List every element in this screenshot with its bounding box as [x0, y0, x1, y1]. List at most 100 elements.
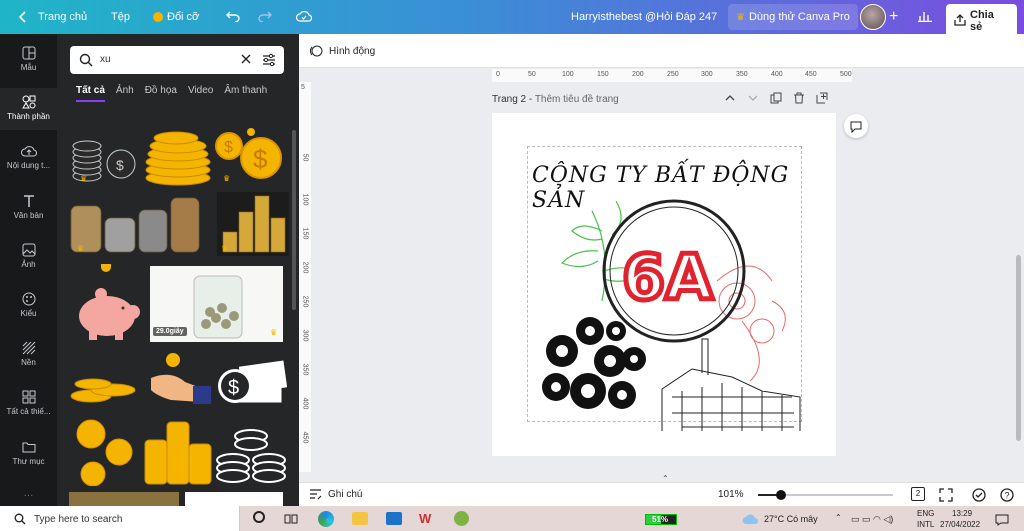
- fullscreen-icon[interactable]: [939, 488, 953, 502]
- panel-tabs: Tất cả Ảnh Đồ họa Video Âm thanh: [76, 85, 278, 102]
- language-code[interactable]: ENG: [917, 509, 934, 518]
- cortana-icon[interactable]: [253, 511, 265, 523]
- search-input[interactable]: xu: [100, 54, 111, 65]
- avatar[interactable]: [860, 4, 886, 30]
- notes-button[interactable]: Ghi chú: [309, 488, 362, 500]
- taskbar-search[interactable]: Type here to search: [0, 506, 240, 531]
- clock-date[interactable]: 27/04/2022: [940, 520, 980, 529]
- result-gold-coin-towers-2[interactable]: [143, 418, 213, 486]
- ruler-tick: 500: [840, 71, 852, 78]
- tab-photos[interactable]: Ảnh: [116, 85, 134, 102]
- result-coin-stacks-photo[interactable]: ♛: [69, 192, 203, 256]
- chevron-up-icon[interactable]: [724, 92, 736, 104]
- insights-button[interactable]: [918, 0, 932, 34]
- notes-icon: [310, 489, 322, 500]
- panel-scrollbar[interactable]: [292, 130, 296, 310]
- zoom-level[interactable]: 101%: [718, 489, 744, 500]
- help-icon[interactable]: ?: [1000, 488, 1014, 502]
- undo-button[interactable]: [226, 0, 240, 34]
- add-people-button[interactable]: +: [889, 0, 898, 34]
- upload-icon: [20, 146, 37, 157]
- rail-item-elements[interactable]: Thành phần: [0, 88, 57, 130]
- shapes-icon: [21, 95, 35, 109]
- result-coin-stack-sketch[interactable]: $ ♛: [69, 130, 139, 184]
- zoom-slider-handle[interactable]: [775, 490, 786, 500]
- rail-item-folders[interactable]: Thư mục: [0, 440, 57, 466]
- file-explorer-icon[interactable]: [352, 512, 368, 525]
- page-header[interactable]: Trang 2 - Thêm tiêu đề trang: [492, 94, 619, 105]
- cloud-save-button[interactable]: [295, 0, 313, 34]
- ruler-tick: 100: [562, 71, 574, 78]
- mail-icon[interactable]: [386, 512, 402, 525]
- search-icon: [14, 513, 26, 525]
- keyboard-layout[interactable]: INTL: [917, 520, 934, 529]
- add-page-icon[interactable]: [816, 92, 828, 104]
- home-button[interactable]: Trang chủ: [18, 0, 87, 34]
- design-page[interactable]: CÔNG TY BẤT ĐỘNG SẢN 6A: [492, 113, 836, 456]
- result-dollar-cash-icon[interactable]: $: [215, 350, 287, 414]
- result-gold-coins-falling[interactable]: [69, 418, 141, 486]
- result-coins-photo-partial[interactable]: [69, 492, 179, 506]
- tab-graphics[interactable]: Đồ họa: [145, 85, 177, 102]
- result-coin-stack-outline[interactable]: [215, 422, 287, 486]
- clear-search-icon[interactable]: [240, 53, 252, 68]
- file-menu[interactable]: Tệp: [111, 0, 130, 34]
- expand-pages-chevron-icon[interactable]: ⌃: [662, 474, 669, 483]
- chevron-down-icon[interactable]: [747, 92, 759, 104]
- notification-icon[interactable]: [995, 514, 1009, 526]
- rail-item-all-designs[interactable]: Tất cả thiế...: [0, 390, 57, 416]
- ruler-tick: 150: [301, 227, 309, 240]
- result-hand-coins[interactable]: [141, 350, 213, 414]
- edge-browser-icon[interactable]: [318, 511, 334, 527]
- share-button[interactable]: Chia sẻ: [946, 4, 1017, 38]
- logo-graphic[interactable]: 6A: [532, 191, 822, 431]
- trash-icon[interactable]: [793, 92, 805, 104]
- page-count-button[interactable]: 2: [911, 487, 925, 501]
- tray-chevron-up-icon[interactable]: ⌃: [835, 513, 842, 522]
- result-gold-coin-towers[interactable]: ♛: [217, 192, 289, 256]
- result-coin-peek[interactable]: [101, 264, 111, 272]
- premium-crown-icon: ♛: [270, 328, 278, 337]
- rail-item-text[interactable]: Văn bản: [0, 194, 57, 220]
- rail-item-styles[interactable]: Kiểu: [0, 292, 57, 318]
- rail-item-templates[interactable]: Mẫu: [0, 46, 57, 72]
- page-title-input[interactable]: Thêm tiêu đề trang: [535, 94, 619, 105]
- app-icon[interactable]: [454, 511, 469, 526]
- comment-button[interactable]: [844, 114, 868, 138]
- result-piggy-bank[interactable]: [71, 282, 143, 346]
- resize-button[interactable]: Đổi cỡ: [153, 0, 199, 34]
- design-title[interactable]: Harryisthebest @Hỏi Đáp 247: [571, 0, 717, 34]
- crown-icon: ♛: [736, 11, 745, 23]
- animate-button[interactable]: Hình động: [309, 44, 375, 58]
- page-number-label: Trang 2 -: [492, 94, 535, 105]
- zoom-slider[interactable]: [758, 490, 893, 500]
- try-pro-button[interactable]: ♛ Dùng thử Canva Pro: [728, 4, 858, 30]
- search-box[interactable]: xu: [70, 46, 284, 74]
- tab-audio[interactable]: Âm thanh: [224, 85, 267, 102]
- task-view-icon[interactable]: [284, 513, 298, 525]
- avatar-image: [860, 4, 886, 30]
- result-coin-jar-video[interactable]: 29.0giây ♛: [150, 266, 283, 342]
- rail-item-uploads[interactable]: Nội dung t...: [0, 144, 57, 170]
- wps-office-icon[interactable]: W: [419, 511, 431, 526]
- left-rail: Mẫu Thành phần Nội dung t... Văn bản Ảnh…: [0, 34, 57, 506]
- weather-text[interactable]: 27°C Có mây: [764, 514, 818, 524]
- rail-item-photos[interactable]: Ảnh: [0, 243, 57, 269]
- filter-icon[interactable]: [262, 53, 276, 70]
- check-circle-icon[interactable]: [972, 488, 986, 502]
- result-gold-dollar-coins[interactable]: $ $ ♛: [215, 122, 285, 186]
- result-white-partial[interactable]: [185, 492, 283, 506]
- tab-all[interactable]: Tất cả: [76, 85, 105, 102]
- result-gold-coin-pile[interactable]: [69, 356, 139, 414]
- tab-videos[interactable]: Video: [188, 85, 213, 102]
- editor-scrollbar[interactable]: [1016, 255, 1021, 441]
- rail-item-background[interactable]: Nền: [0, 341, 57, 367]
- duplicate-page-icon[interactable]: [770, 92, 782, 104]
- result-gold-coin-stack[interactable]: ♛: [143, 122, 213, 186]
- vertical-ruler: 5 50 100 150 200 250 300 350 400 450: [299, 82, 311, 472]
- redo-button[interactable]: [258, 0, 272, 34]
- clock-time[interactable]: 13:29: [952, 509, 972, 518]
- tray-icons[interactable]: ▭ ▭ ◠ ◁): [851, 514, 893, 525]
- battery-indicator[interactable]: 51%: [645, 514, 677, 525]
- more-icon[interactable]: ···: [0, 490, 57, 501]
